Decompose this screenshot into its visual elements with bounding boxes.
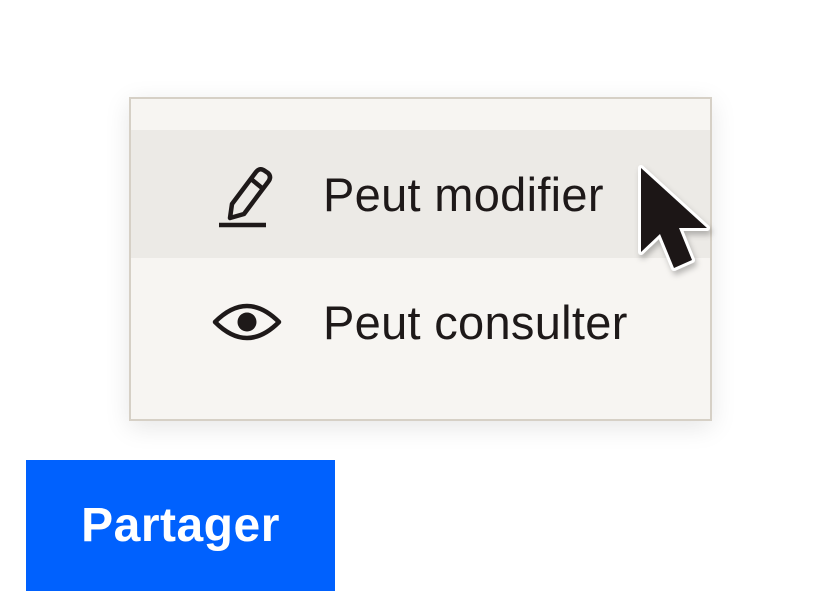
menu-item-can-edit[interactable]: Peut modifier	[131, 130, 710, 258]
eye-icon	[207, 282, 287, 362]
menu-item-label: Peut modifier	[323, 167, 604, 221]
menu-item-can-view[interactable]: Peut consulter	[131, 258, 710, 386]
share-button[interactable]: Partager	[26, 460, 335, 591]
permission-menu: Peut modifier Peut consulter	[129, 97, 712, 421]
pencil-icon	[207, 154, 287, 234]
menu-item-label: Peut consulter	[323, 295, 628, 349]
mouse-pointer-icon	[638, 165, 710, 271]
